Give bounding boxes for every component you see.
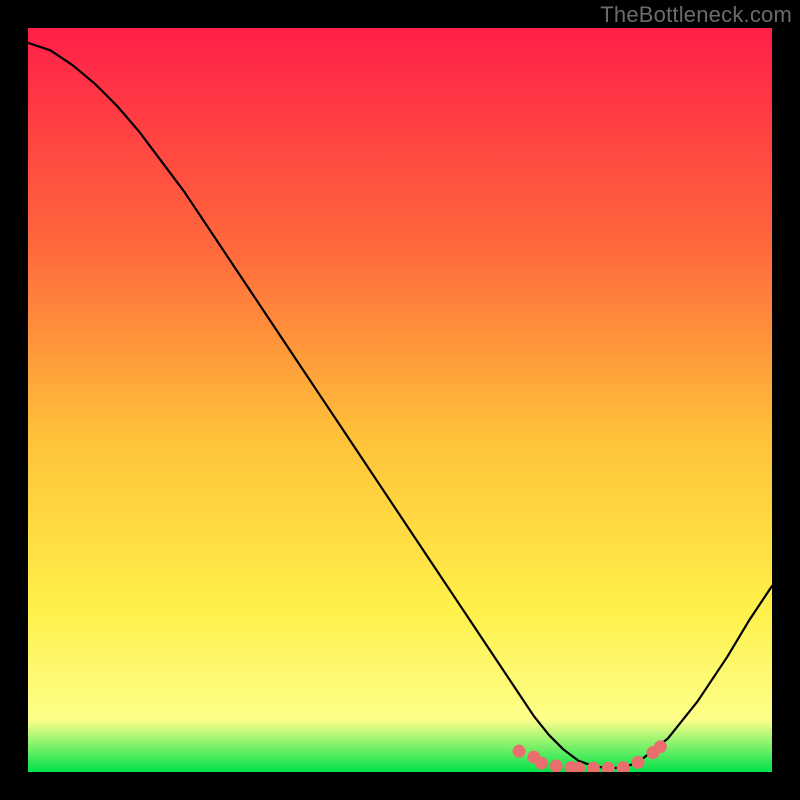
marker-point [513,745,526,758]
marker-point [654,740,667,753]
plot-area [28,28,772,772]
watermark-text: TheBottleneck.com [600,2,792,28]
gradient-background [28,28,772,772]
marker-point [535,757,548,770]
marker-point [550,760,563,772]
chart-frame: TheBottleneck.com [0,0,800,800]
marker-point [632,756,645,769]
chart-svg [28,28,772,772]
